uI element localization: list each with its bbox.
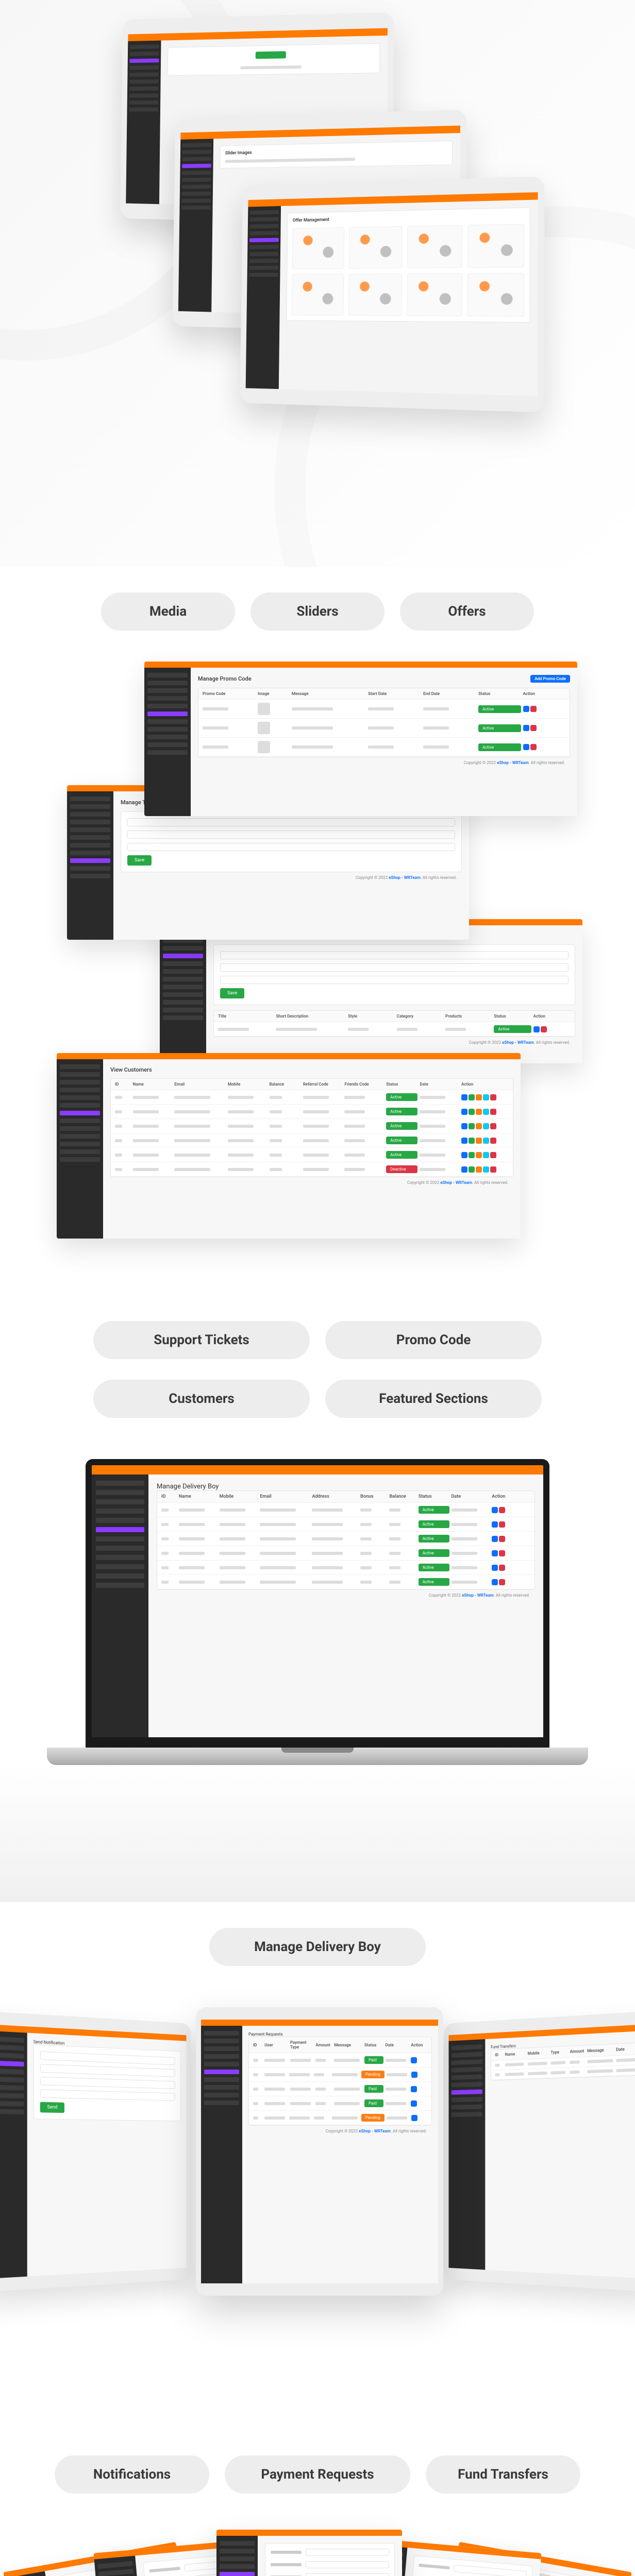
panel-title: View Customers bbox=[110, 1066, 152, 1073]
offer-image[interactable] bbox=[407, 273, 462, 316]
tablet-payment-requests: Payment Requests IDUserPayment TypeAmoun… bbox=[196, 2007, 443, 2296]
section-laptop: Manage Delivery Boy ID Name Mobile Email… bbox=[0, 1438, 635, 1902]
offer-image[interactable] bbox=[407, 225, 462, 268]
offer-image[interactable] bbox=[348, 226, 402, 269]
label-pill: Promo Code bbox=[325, 1321, 542, 1359]
panel-title: Slider Images bbox=[225, 146, 447, 156]
send-button[interactable]: Send bbox=[40, 2102, 64, 2113]
save-button[interactable]: Save bbox=[220, 988, 244, 998]
pill-row-2: Support Tickets Promo Code bbox=[0, 1295, 635, 1380]
ticket-title-input[interactable] bbox=[127, 831, 455, 839]
tablet-fund-transfers: Fund Transfers IDNameMobileTypeAmountMes… bbox=[444, 2011, 635, 2292]
laptop-base bbox=[47, 1748, 588, 1765]
panel-title: Manage Promo Code bbox=[198, 675, 252, 682]
panel-title: Manage Delivery Boy bbox=[157, 1483, 219, 1490]
offer-image[interactable] bbox=[292, 227, 344, 269]
ticket-title-input[interactable] bbox=[127, 818, 455, 826]
panel-customers: View Customers ID Name Email Mobile Bala… bbox=[57, 1053, 521, 1239]
pill-row-3: Customers Featured Sections bbox=[0, 1380, 635, 1438]
offer-image[interactable] bbox=[467, 273, 524, 317]
settings-panel-main: OnOff Save bbox=[216, 2530, 402, 2576]
offer-image[interactable] bbox=[292, 274, 344, 315]
offer-image[interactable] bbox=[348, 274, 402, 316]
panel-title: Offer Management bbox=[293, 213, 524, 223]
laptop-mockup: Manage Delivery Boy ID Name Mobile Email… bbox=[47, 1459, 588, 1765]
label-pill: Support Tickets bbox=[93, 1321, 310, 1359]
panel-featured-sections: Manage Featured Section (Show Products H… bbox=[160, 919, 582, 1063]
label-pill: Media bbox=[101, 592, 235, 631]
label-pill: Manage Delivery Boy bbox=[209, 1928, 426, 1966]
tablet-mockup-offers: Offer Management bbox=[240, 176, 544, 413]
upload-button[interactable] bbox=[256, 51, 286, 59]
tablet-notifications: Send Notification Send bbox=[0, 2011, 191, 2292]
label-pill: Sliders bbox=[250, 592, 385, 631]
ticket-title-input[interactable] bbox=[127, 843, 455, 851]
label-pill: Offers bbox=[400, 592, 534, 631]
section-system-settings: Tag OnOff Save bbox=[0, 2514, 635, 2576]
admin-sidebar bbox=[126, 41, 161, 205]
label-pill: Featured Sections bbox=[325, 1380, 542, 1418]
add-promo-button[interactable]: Add Promo Code bbox=[530, 675, 570, 683]
section-notifications-payments-funds: Send Notification Send Payment Requests … bbox=[0, 1987, 635, 2430]
label-pill: Notifications bbox=[55, 2455, 209, 2494]
section-admin-panels: Manage Promo Code Add Promo Code Promo C… bbox=[0, 651, 635, 1295]
section-media-sliders-offers: Slider Images Offer Management bbox=[0, 0, 635, 567]
pill-row-1: Media Sliders Offers bbox=[0, 567, 635, 651]
offer-image[interactable] bbox=[467, 224, 524, 268]
label-pill: Customers bbox=[93, 1380, 310, 1418]
pill-row-4: Notifications Payment Requests Fund Tran… bbox=[0, 2430, 635, 2514]
pill-row-laptop: Manage Delivery Boy bbox=[0, 1902, 635, 1987]
label-pill: Payment Requests bbox=[225, 2455, 410, 2494]
label-pill: Fund Transfers bbox=[426, 2455, 580, 2494]
panel-promo-code: Manage Promo Code Add Promo Code Promo C… bbox=[144, 662, 577, 816]
save-button[interactable]: Save bbox=[127, 855, 152, 866]
